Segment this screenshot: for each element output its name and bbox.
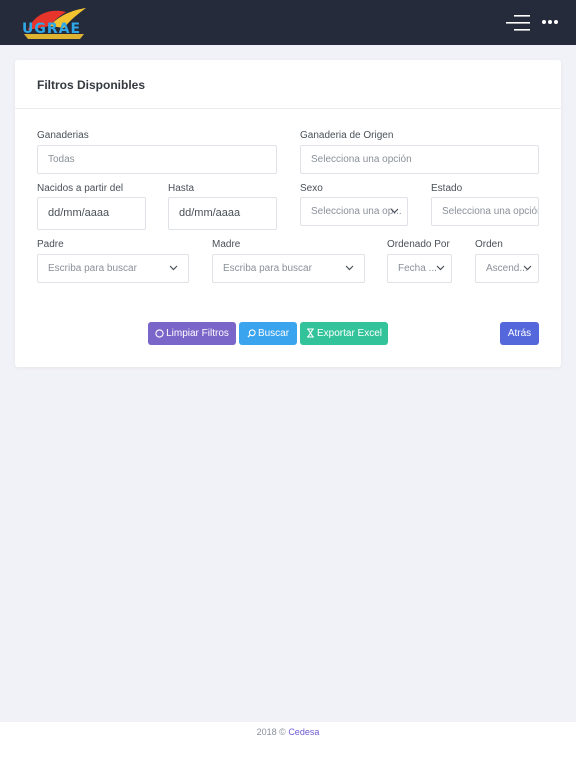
card-title: Filtros Disponibles: [37, 78, 146, 92]
chevron-down-icon: [436, 265, 445, 271]
search-label: Buscar: [257, 328, 290, 339]
estado-value: Selecciona una opción: [442, 206, 539, 217]
back-button[interactable]: Atrás: [500, 322, 539, 345]
export-excel-label: Exportar Excel: [316, 328, 383, 339]
nacidos-desde-date-input[interactable]: dd/mm/aaaa: [37, 197, 146, 230]
ganaderias-select[interactable]: Todas: [37, 145, 277, 174]
more-options-icon[interactable]: [541, 16, 559, 28]
circle-icon: [155, 329, 164, 338]
hasta-value: dd/mm/aaaa: [179, 207, 241, 219]
padre-label: Padre: [37, 239, 64, 250]
hamburger-menu-icon[interactable]: [506, 14, 530, 32]
hasta-label: Hasta: [168, 183, 195, 194]
sexo-label: Sexo: [300, 183, 323, 194]
search-icon: [247, 329, 256, 338]
padre-search-select[interactable]: Escriba para buscar: [37, 254, 189, 283]
hasta-date-input[interactable]: dd/mm/aaaa: [168, 197, 277, 230]
copyright-text: 2018 ©: [256, 727, 286, 737]
sexo-select[interactable]: Selecciona una op...: [300, 197, 408, 226]
sexo-value: Selecciona una op...: [311, 206, 402, 217]
orden-select[interactable]: Ascend...: [475, 254, 539, 283]
clear-filters-button[interactable]: Limpiar Filtros: [148, 322, 236, 345]
madre-placeholder: Escriba para buscar: [223, 263, 312, 274]
chevron-down-icon: [523, 265, 532, 271]
top-navbar: UGRAE: [0, 0, 576, 45]
export-excel-button[interactable]: Exportar Excel: [300, 322, 388, 345]
chevron-down-icon: [169, 265, 178, 271]
card-header: Filtros Disponibles: [15, 60, 561, 109]
orden-label: Orden: [475, 239, 503, 250]
orden-value: Ascend...: [486, 263, 528, 274]
footer-text: 2018 © Cedesa: [0, 727, 576, 737]
logo-text: UGRAE: [22, 21, 82, 37]
nacidos-desde-value: dd/mm/aaaa: [48, 207, 110, 219]
ordenado-por-select[interactable]: Fecha ...: [387, 254, 452, 283]
padre-placeholder: Escriba para buscar: [48, 263, 137, 274]
search-button[interactable]: Buscar: [239, 322, 297, 345]
ganaderias-value: Todas: [48, 154, 75, 165]
ordenado-por-value: Fecha ...: [398, 263, 437, 274]
chevron-down-icon: [390, 208, 399, 214]
footer: 2018 © Cedesa: [0, 722, 576, 768]
chevron-down-icon: [345, 265, 354, 271]
back-label: Atrás: [507, 328, 532, 339]
ganaderia-origen-select[interactable]: Selecciona una opción: [300, 145, 539, 174]
nacidos-desde-label: Nacidos a partir del: [37, 183, 124, 194]
madre-search-select[interactable]: Escriba para buscar: [212, 254, 365, 283]
ganaderia-origen-placeholder: Selecciona una opción: [311, 154, 412, 165]
estado-label: Estado: [431, 183, 463, 194]
madre-label: Madre: [212, 239, 241, 250]
ordenado-por-label: Ordenado Por: [387, 239, 450, 250]
hourglass-icon: [306, 328, 314, 338]
estado-select[interactable]: Selecciona una opción: [431, 197, 539, 226]
ganaderias-label: Ganaderias: [37, 130, 89, 141]
clear-filters-label: Limpiar Filtros: [166, 328, 229, 339]
cedesa-link[interactable]: Cedesa: [288, 727, 319, 737]
ganaderia-origen-label: Ganaderia de Origen: [300, 130, 394, 141]
